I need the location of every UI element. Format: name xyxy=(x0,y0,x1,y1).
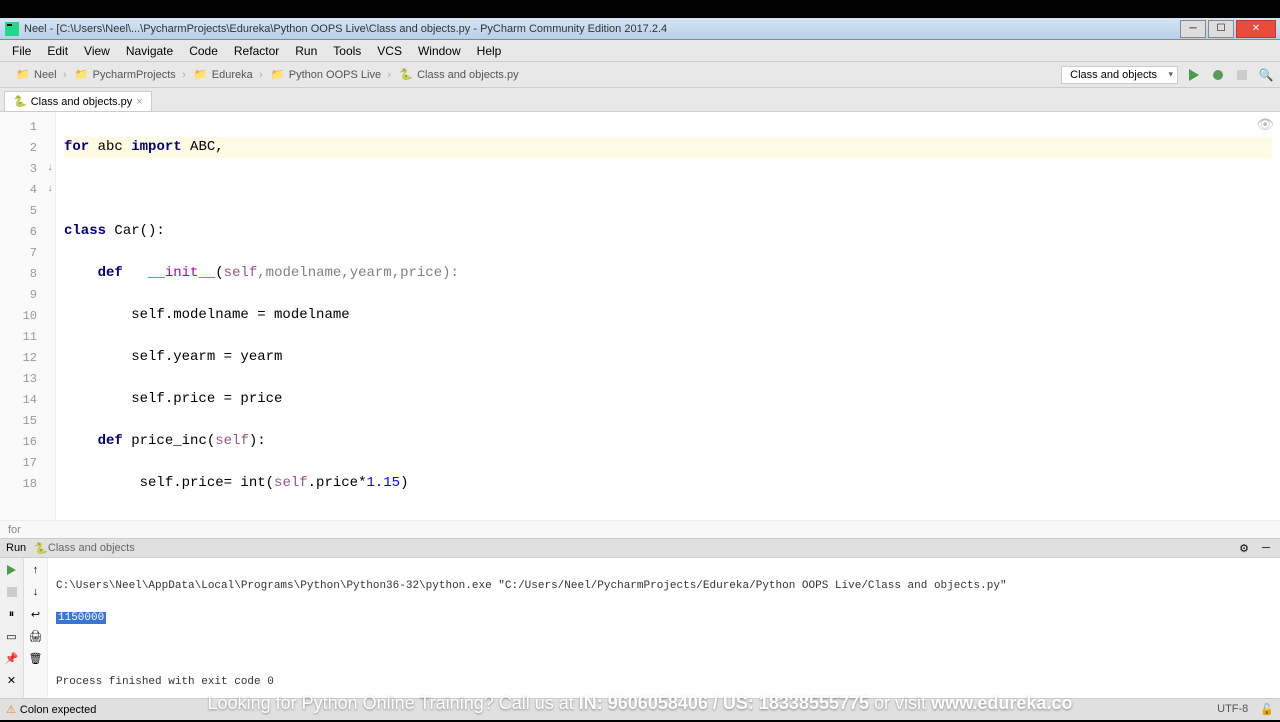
override-icon[interactable]: ↓ xyxy=(47,184,53,195)
menu-navigate[interactable]: Navigate xyxy=(118,42,181,60)
breadcrumb-item[interactable]: 📁Edureka xyxy=(184,66,261,84)
editor-breadcrumb: for xyxy=(0,520,1280,538)
menu-refactor[interactable]: Refactor xyxy=(226,42,287,60)
breadcrumb-item[interactable]: 🐍Class and objects.py xyxy=(389,66,527,84)
window-titlebar: Neel - [C:\Users\Neel\...\PycharmProject… xyxy=(0,18,1280,40)
clear-icon[interactable]: 🗑 xyxy=(28,650,44,666)
menu-window[interactable]: Window xyxy=(410,42,469,60)
tab-class-and-objects[interactable]: 🐍 Class and objects.py × xyxy=(4,91,152,111)
pycharm-icon xyxy=(4,21,20,37)
menu-help[interactable]: Help xyxy=(469,42,510,60)
minimize-button[interactable]: ─ xyxy=(1180,20,1206,38)
menu-edit[interactable]: Edit xyxy=(39,42,76,60)
stop-icon[interactable] xyxy=(1234,67,1250,83)
close-icon[interactable]: ✕ xyxy=(4,672,20,688)
down-stack-icon[interactable]: ↓ xyxy=(28,584,44,600)
pin-icon[interactable]: 📌 xyxy=(4,650,20,666)
folder-icon: 📁 xyxy=(271,68,285,82)
override-icon[interactable]: ↓ xyxy=(47,163,53,174)
console-line xyxy=(56,642,1272,658)
warning-icon: ⚠ xyxy=(6,703,16,716)
navigation-bar: 📁Neel 📁PycharmProjects 📁Edureka 📁Python … xyxy=(0,62,1280,88)
line-gutter: 1 2 3↓ 4↓ 5 6 7 8 9 10 11 12 13 14 15 16… xyxy=(0,112,56,520)
console-line: 1150000 xyxy=(56,610,1272,626)
console-output[interactable]: C:\Users\Neel\AppData\Local\Programs\Pyt… xyxy=(48,558,1280,698)
stop-icon[interactable] xyxy=(4,584,20,600)
pause-icon[interactable]: ⏸ xyxy=(4,606,20,622)
menu-run[interactable]: Run xyxy=(287,42,325,60)
print-icon[interactable]: 🖨 xyxy=(28,628,44,644)
soft-wrap-icon[interactable]: ↩ xyxy=(28,606,44,622)
python-file-icon: 🐍 xyxy=(13,95,27,108)
debug-icon[interactable] xyxy=(1210,67,1226,83)
maximize-button[interactable]: ☐ xyxy=(1208,20,1234,38)
folder-icon: 📁 xyxy=(16,68,30,82)
python-file-icon: 🐍 xyxy=(399,68,413,82)
menu-code[interactable]: Code xyxy=(181,42,226,60)
run-side-toolbar: ↑ ↓ ↩ 🖨 🗑 xyxy=(24,558,48,698)
search-icon[interactable]: 🔍 xyxy=(1258,67,1274,83)
menu-view[interactable]: View xyxy=(76,42,118,60)
menu-tools[interactable]: Tools xyxy=(325,42,369,60)
menu-vcs[interactable]: VCS xyxy=(369,42,410,60)
run-icon[interactable] xyxy=(1186,67,1202,83)
run-tool-window-header: Run 🐍 Class and objects ⚙ ─ xyxy=(0,538,1280,558)
console-line: C:\Users\Neel\AppData\Local\Programs\Pyt… xyxy=(56,578,1272,594)
rerun-icon[interactable] xyxy=(4,562,20,578)
code-content[interactable]: for abc import ABC, class Car(): def __i… xyxy=(56,112,1280,520)
run-config-name: Class and objects xyxy=(48,542,135,554)
code-editor[interactable]: 👁 1 2 3↓ 4↓ 5 6 7 8 9 10 11 12 13 14 15 … xyxy=(0,112,1280,520)
status-bar: ⚠ Colon expected UTF-8 🔓 xyxy=(0,698,1280,720)
tab-label: Class and objects.py xyxy=(31,96,133,108)
breadcrumb-item[interactable]: 📁Neel xyxy=(6,66,65,84)
gear-icon[interactable]: ⚙ xyxy=(1236,540,1252,556)
close-button[interactable]: ✕ xyxy=(1236,20,1276,38)
inspection-eye-icon[interactable]: 👁 xyxy=(1256,116,1274,133)
run-tool-window: ⏸ ▭ 📌 ✕ ↑ ↓ ↩ 🖨 🗑 C:\Users\Neel\AppData\… xyxy=(0,558,1280,698)
run-main-toolbar: ⏸ ▭ 📌 ✕ xyxy=(0,558,24,698)
status-encoding[interactable]: UTF-8 xyxy=(1217,703,1248,716)
menu-file[interactable]: File xyxy=(4,42,39,60)
status-message: Colon expected xyxy=(20,704,96,716)
main-menu: File Edit View Navigate Code Refactor Ru… xyxy=(0,40,1280,62)
hide-icon[interactable]: ─ xyxy=(1258,540,1274,556)
restore-layout-icon[interactable]: ▭ xyxy=(4,628,20,644)
window-title: Neel - [C:\Users\Neel\...\PycharmProject… xyxy=(24,23,1180,35)
close-icon[interactable]: × xyxy=(136,96,142,108)
up-stack-icon[interactable]: ↑ xyxy=(28,562,44,578)
folder-icon: 📁 xyxy=(75,68,89,82)
lock-icon[interactable]: 🔓 xyxy=(1260,703,1274,716)
folder-icon: 📁 xyxy=(194,68,208,82)
editor-tabs: 🐍 Class and objects.py × xyxy=(0,88,1280,112)
breadcrumb: 📁Neel 📁PycharmProjects 📁Edureka 📁Python … xyxy=(6,66,1061,84)
run-title: Run xyxy=(6,542,26,554)
run-config-icon: 🐍 xyxy=(34,542,48,555)
breadcrumb-item[interactable]: 📁PycharmProjects xyxy=(65,66,184,84)
console-line: Process finished with exit code 0 xyxy=(56,674,1272,690)
breadcrumb-item[interactable]: 📁Python OOPS Live xyxy=(261,66,389,84)
run-config-selector[interactable]: Class and objects xyxy=(1061,66,1178,84)
